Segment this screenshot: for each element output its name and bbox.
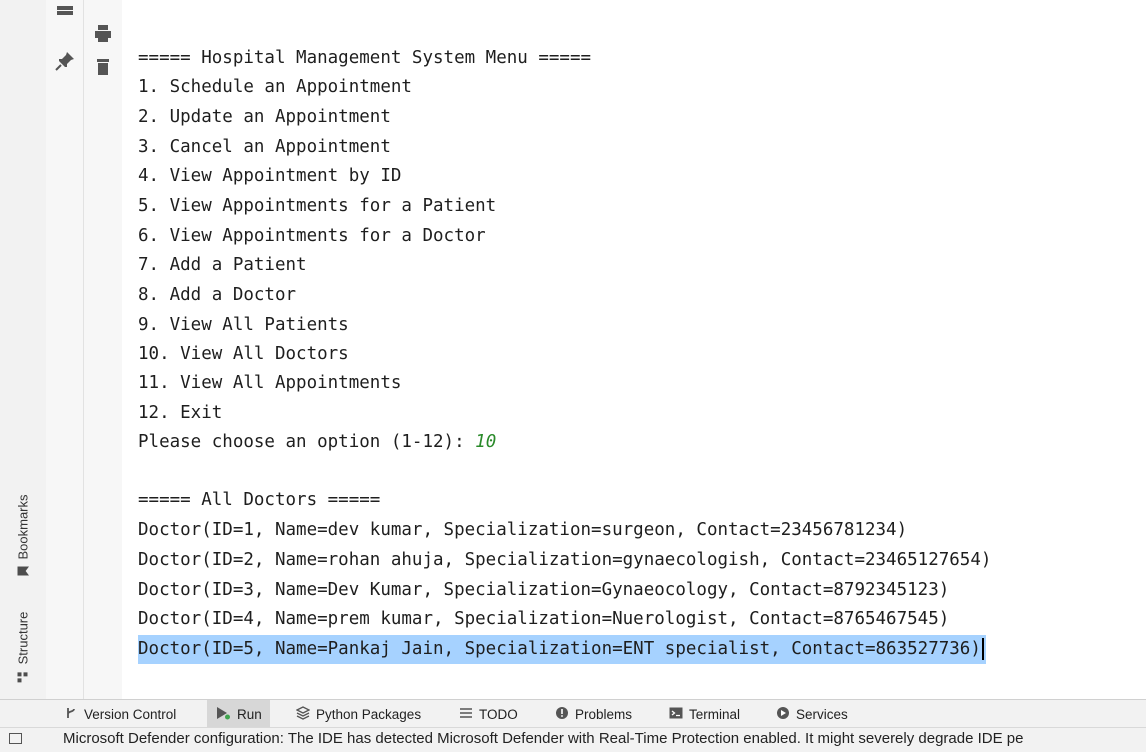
terminal-icon (669, 706, 683, 723)
version-control-icon (64, 706, 78, 723)
run-console-output[interactable]: ===== Hospital Management System Menu ==… (122, 0, 1146, 699)
tab-label: Problems (575, 706, 633, 722)
print-icon[interactable] (88, 20, 118, 50)
layout-icon[interactable] (50, 0, 80, 30)
run-gutter-primary (46, 0, 84, 699)
console-line: Doctor(ID=2, Name=rohan ahuja, Specializ… (138, 550, 992, 570)
services-icon (776, 706, 790, 723)
console-line: 12. Exit (138, 403, 223, 423)
tab-label: Services (796, 706, 848, 722)
console-line: 2. Update an Appointment (138, 107, 391, 127)
tab-label: Version Control (84, 706, 177, 722)
tab-todo[interactable]: TODO (451, 700, 526, 728)
console-line: 8. Add a Doctor (138, 285, 297, 305)
text-caret (981, 638, 984, 660)
console-line: 6. View Appointments for a Doctor (138, 226, 486, 246)
console-line: 9. View All Patients (138, 315, 349, 335)
structure-tab-label: Structure (15, 611, 31, 665)
tab-label: TODO (479, 706, 518, 722)
user-input-value: 10 (475, 432, 497, 452)
console-line: 1. Schedule an Appointment (138, 77, 412, 97)
tab-python-packages[interactable]: Python Packages (288, 700, 429, 728)
console-line: 7. Add a Patient (138, 255, 307, 275)
structure-tab[interactable]: Structure (0, 582, 46, 712)
tab-label: Terminal (689, 706, 741, 722)
problems-icon (555, 706, 569, 723)
console-line: 5. View Appointments for a Patient (138, 196, 497, 216)
left-tool-strip: Bookmarks Structure (0, 0, 47, 699)
tab-problems[interactable]: Problems (547, 700, 640, 728)
tab-terminal[interactable]: Terminal (661, 700, 748, 728)
tab-label: Python Packages (316, 706, 422, 722)
structure-icon (17, 671, 29, 683)
console-line: 10. View All Doctors (138, 344, 349, 364)
console-line: ===== Hospital Management System Menu ==… (138, 48, 592, 68)
tab-services[interactable]: Services (768, 700, 856, 728)
console-line-selected: Doctor(ID=5, Name=Pankaj Jain, Specializ… (138, 635, 986, 664)
console-line: 3. Cancel an Appointment (138, 137, 391, 157)
console-line: Doctor(ID=1, Name=dev kumar, Specializat… (138, 520, 908, 540)
bookmarks-tab-label: Bookmarks (15, 494, 31, 560)
console-prompt-line: Please choose an option (1-12): 10 (138, 428, 496, 457)
python-packages-icon (295, 705, 311, 723)
run-gutter-secondary (84, 0, 123, 699)
trash-icon[interactable] (88, 52, 118, 82)
panel-toggle-icon[interactable] (9, 733, 22, 744)
selected-text: Doctor(ID=5, Name=Pankaj Jain, Specializ… (138, 639, 981, 659)
status-bar: Microsoft Defender configuration: The ID… (0, 727, 1146, 752)
prompt-text: Please choose an option (1-12): (138, 432, 476, 452)
bookmarks-tab[interactable]: Bookmarks (0, 470, 46, 600)
status-message[interactable]: Microsoft Defender configuration: The ID… (63, 730, 1023, 747)
console-line: Doctor(ID=3, Name=Dev Kumar, Specializat… (138, 580, 950, 600)
run-icon (215, 706, 231, 723)
bookmark-icon (17, 567, 29, 576)
console-line: Doctor(ID=4, Name=prem kumar, Specializa… (138, 609, 950, 629)
console-line: ===== All Doctors ===== (138, 490, 381, 510)
pin-icon[interactable] (50, 46, 80, 76)
tab-label: Run (237, 706, 262, 722)
tool-window-bar: Version Control Run Python Packages TODO… (0, 699, 1146, 728)
tab-run[interactable]: Run (207, 700, 270, 728)
todo-icon (459, 706, 473, 723)
console-line: 4. View Appointment by ID (138, 166, 402, 186)
tab-version-control[interactable]: Version Control (56, 700, 184, 728)
console-line: 11. View All Appointments (138, 373, 402, 393)
